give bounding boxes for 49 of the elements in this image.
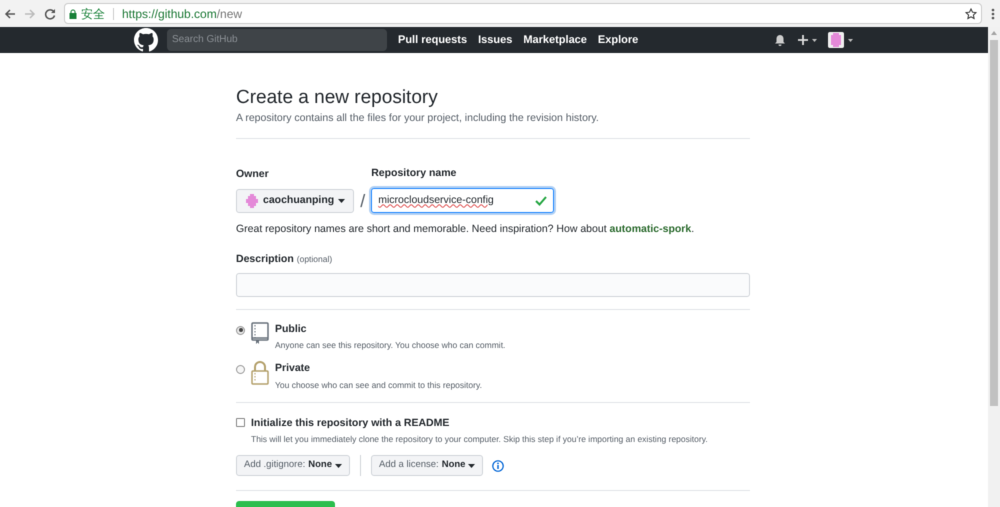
visibility-description: You choose who can see and commit to this repository. [275,378,482,392]
description-label: Description [236,252,294,267]
description-field[interactable] [236,272,750,296]
book-icon [251,322,269,344]
visibility-title: Private [275,361,312,376]
avatar-dropdown-icon[interactable] [828,32,854,48]
avatar-icon [245,194,259,208]
back-icon[interactable] [4,8,16,20]
url-text: https://github.com [122,6,217,22]
visibility-description: Anyone can see this repository. You choose who can commit. [275,339,506,352]
repo-name-field[interactable]: microcloudservice-config [371,188,554,213]
search-field[interactable]: Search GitHub [167,28,387,51]
plus-dropdown-icon[interactable] [798,34,818,46]
lock-icon [251,361,269,385]
template-dropdown[interactable]: Add a license: None [371,455,484,476]
scrollbar[interactable] [988,27,1000,507]
visibility-title: Public [275,322,308,336]
owner-dropdown[interactable]: caochuanping [236,189,354,213]
menu-icon[interactable] [990,6,996,20]
repo-name-label: Repository name [371,166,458,182]
nav-link[interactable]: Marketplace [523,32,587,48]
template-dropdown[interactable]: Add .gitignore: None [236,455,350,476]
readme-checkbox[interactable] [236,418,245,426]
scrollbar-thumb[interactable] [990,40,998,406]
nav-link[interactable]: Pull requests [398,32,468,48]
reload-icon[interactable] [44,8,56,20]
readme-label: Initialize this repository with a README [251,416,450,430]
lock-icon [69,8,77,18]
star-icon[interactable] [965,8,977,20]
address-bar[interactable]: 安全 https://github.com/new [64,3,982,24]
page-subtitle: A repository contains all the files for your project, including the revision history. [236,110,600,126]
caret-icon [338,199,346,203]
bell-icon[interactable] [774,34,786,46]
caret-icon [335,464,342,468]
nav-link[interactable]: Explore [598,32,638,48]
page-title: Create a new repository [236,86,439,110]
readme-description: This will let you immediately clone the repository to your computer. Skip this step if you’re importing an existing repository. [251,433,708,446]
slash-separator: / [360,190,366,213]
security-label: 安全 [81,6,105,22]
info-icon[interactable] [492,460,504,472]
owner-label: Owner [236,167,270,182]
url-path: /new [216,6,242,22]
caret-icon [468,464,476,468]
radio-button[interactable] [236,326,245,334]
name-hint: Great repository names are short and memorable. Need inspiration? How about automatic-spork. [236,222,696,237]
optional-note: (optional) [296,252,332,266]
nav-link[interactable]: Issues [478,32,512,48]
radio-button[interactable] [236,365,245,374]
octocat-logo-icon[interactable] [134,28,158,52]
